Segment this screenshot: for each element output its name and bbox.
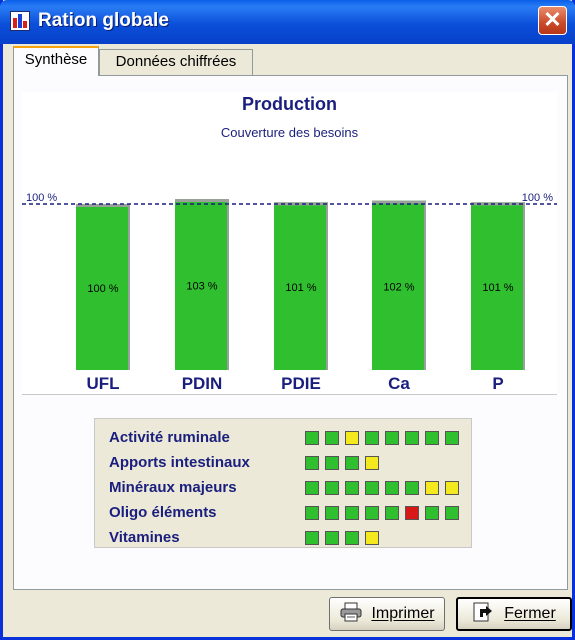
status-square-green (445, 431, 459, 445)
category-label-ca: Ca (388, 374, 410, 393)
category-label-pdin: PDIN (181, 374, 223, 393)
category-label-ufl: UFL (86, 374, 120, 393)
status-square-green (325, 456, 339, 470)
reference-label-right: 100 % (522, 192, 553, 204)
status-square-green (325, 506, 339, 520)
status-square-green (365, 481, 379, 495)
status-square-green (305, 481, 319, 495)
status-square-green (405, 481, 419, 495)
status-square-green (325, 431, 339, 445)
status-square-green (305, 531, 319, 545)
print-button-label: Imprimer (371, 605, 435, 622)
bar-value-label: 100 % (87, 283, 118, 295)
status-square-green (365, 506, 379, 520)
status-square-green (425, 506, 439, 520)
indicator-label: Apports intestinaux (109, 454, 250, 471)
indicator-squares (305, 506, 465, 520)
status-square-green (345, 481, 359, 495)
status-square-green (405, 431, 419, 445)
status-square-green (365, 431, 379, 445)
close-button[interactable]: Fermer (456, 597, 572, 631)
bar-value-label: 102 % (383, 281, 414, 293)
close-button-label: Fermer (504, 605, 556, 622)
close-window-button[interactable]: ✕ (538, 6, 567, 35)
indicators-box: Activité ruminale Apports intestinaux Miné… (94, 418, 472, 548)
status-square-green (305, 431, 319, 445)
status-square-yellow (365, 456, 379, 470)
indicator-squares (305, 456, 385, 470)
status-square-green (345, 506, 359, 520)
bar-shadow-p (523, 202, 525, 370)
window-title: Ration globale (38, 10, 169, 31)
indicator-label: Vitamines (109, 529, 180, 546)
status-square-green (345, 531, 359, 545)
bar-shadow-pdin (227, 199, 229, 370)
status-square-yellow (365, 531, 379, 545)
bar-value-label: 101 % (285, 282, 316, 294)
status-square-green (305, 456, 319, 470)
indicator-squares (305, 531, 385, 545)
title-bar[interactable]: Ration globale ✕ (0, 0, 575, 44)
indicator-label: Minéraux majeurs (109, 479, 237, 496)
status-square-green (385, 431, 399, 445)
indicator-label: Oligo éléments (109, 504, 217, 521)
chart-canvas: 100 % 103 % 101 % 102 % 101 % 100 % 100 % (22, 192, 557, 370)
status-square-green (345, 456, 359, 470)
bar-top-pdin (175, 199, 229, 203)
category-label-pdie: PDIE (281, 374, 321, 393)
status-square-yellow (425, 481, 439, 495)
dialog-window: Ration globale ✕ Synthèse Données chiffr… (0, 0, 575, 640)
tab-synthese[interactable]: Synthèse (13, 46, 99, 76)
indicator-squares (305, 431, 465, 445)
status-square-green (325, 481, 339, 495)
status-square-yellow (345, 431, 359, 445)
category-label-p: P (492, 374, 504, 393)
bar-value-label: 101 % (482, 282, 513, 294)
bar-value-label: 103 % (186, 281, 217, 293)
bar-shadow-ca (424, 200, 426, 370)
status-square-red (405, 506, 419, 520)
production-chart: Production Couverture des besoins 100 % 1… (22, 92, 557, 395)
printer-icon (339, 602, 363, 627)
status-square-green (325, 531, 339, 545)
reference-label-left: 100 % (26, 192, 57, 204)
bar-shadow-pdie (326, 202, 328, 370)
tab-panel: Production Couverture des besoins 100 % 1… (13, 75, 568, 590)
status-square-green (385, 506, 399, 520)
status-square-green (385, 481, 399, 495)
print-button[interactable]: Imprimer (329, 597, 445, 631)
indicator-squares (305, 481, 465, 495)
tab-donnees-chiffrees[interactable]: Données chiffrées (99, 49, 253, 75)
bar-top-ca (372, 200, 426, 204)
indicator-label: Activité ruminale (109, 429, 230, 446)
status-square-green (305, 506, 319, 520)
status-square-green (445, 506, 459, 520)
exit-arrow-icon (472, 601, 496, 628)
status-square-yellow (445, 481, 459, 495)
status-square-green (425, 431, 439, 445)
app-chart-icon (10, 11, 30, 31)
bar-shadow-ufl (128, 204, 130, 370)
